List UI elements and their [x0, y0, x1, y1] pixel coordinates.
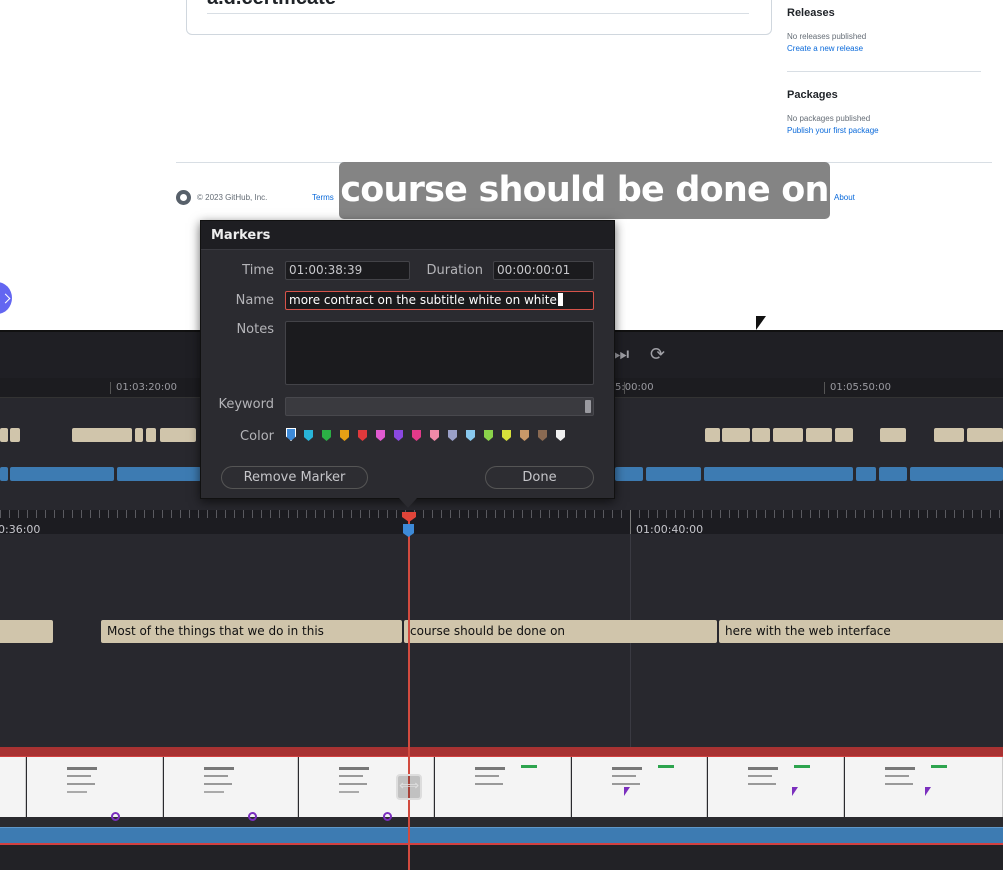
create-release-link[interactable]: Create a new release: [787, 44, 863, 53]
skip-to-end-icon[interactable]: ⏭: [613, 346, 633, 364]
publish-package-link[interactable]: Publish your first package: [787, 126, 879, 135]
color-swatch[interactable]: [412, 430, 421, 441]
name-input-value: more contract on the subtitle white on w…: [289, 293, 557, 307]
color-swatch[interactable]: [376, 430, 385, 441]
color-swatch[interactable]: [484, 430, 493, 441]
color-swatch[interactable]: [466, 430, 475, 441]
keyword-label: Keyword: [218, 397, 274, 412]
color-swatch[interactable]: [502, 430, 511, 441]
keyword-scroll-handle[interactable]: [585, 400, 591, 413]
color-swatch[interactable]: [286, 428, 296, 441]
readme-heading: a.d.certificate: [207, 0, 336, 10]
color-swatch[interactable]: [358, 430, 367, 441]
video-thumbnail: [572, 757, 707, 817]
trim-icon[interactable]: ⟺: [396, 774, 422, 800]
timeline-ruler[interactable]: 0:36:00 01:00:40:00: [0, 510, 1003, 536]
color-swatches: [286, 428, 586, 444]
color-swatch[interactable]: [304, 430, 313, 441]
video-thumbnail: [435, 757, 571, 817]
playhead[interactable]: [408, 517, 410, 870]
timeline-bottom-area: [0, 845, 1003, 870]
video-thumbnail: [845, 757, 1003, 817]
footer-terms-link[interactable]: Terms: [312, 193, 334, 202]
packages-status: No packages published: [787, 114, 871, 123]
overview-timecode: 5:00:00: [615, 382, 654, 393]
subtitle-preview: course should be done on: [339, 162, 830, 219]
overview-timecode: 01:03:20:00: [116, 382, 178, 393]
color-swatch[interactable]: [394, 430, 403, 441]
name-input[interactable]: more contract on the subtitle white on w…: [285, 291, 594, 310]
audio-track[interactable]: [0, 827, 1003, 843]
packages-heading: Packages: [787, 89, 838, 101]
remove-marker-button[interactable]: Remove Marker: [221, 466, 368, 489]
markers-dialog: Markers Time 01:00:38:39 Duration 00:00:…: [200, 220, 615, 499]
color-swatch[interactable]: [430, 430, 439, 441]
github-logo-icon[interactable]: [176, 190, 191, 205]
time-label: Time: [242, 263, 274, 278]
color-swatch[interactable]: [322, 430, 331, 441]
color-swatch[interactable]: [520, 430, 529, 441]
color-label: Color: [240, 429, 274, 444]
keyword-input[interactable]: [285, 397, 594, 416]
color-swatch[interactable]: [340, 430, 349, 441]
timeline-marker-icon[interactable]: [403, 524, 414, 537]
subtitle-clip[interactable]: course should be done on: [404, 620, 717, 643]
footer-about-link[interactable]: About: [834, 193, 855, 202]
screen: a.d.certificate Releases No releases pub…: [0, 0, 1003, 870]
dialog-title: Markers: [201, 221, 614, 250]
time-field[interactable]: 01:00:38:39: [285, 261, 410, 280]
video-thumbnail: [708, 757, 844, 817]
video-thumbnail: [0, 757, 26, 817]
duration-label: Duration: [426, 263, 483, 278]
releases-heading: Releases: [787, 7, 835, 19]
done-button[interactable]: Done: [485, 466, 594, 489]
video-thumbnail: [164, 757, 298, 821]
video-clip-header: [0, 747, 1003, 757]
ruler-timecode: 01:00:40:00: [636, 523, 704, 536]
readme-card: a.d.certificate: [186, 0, 772, 35]
footer-copyright: © 2023 GitHub, Inc.: [197, 193, 268, 202]
video-thumbnail: [27, 757, 163, 821]
overview-timecode: 01:05:50:00: [830, 382, 892, 393]
duration-field[interactable]: 00:00:00:01: [493, 261, 594, 280]
ruler-timecode: 0:36:00: [0, 523, 41, 536]
floating-action-button[interactable]: [0, 282, 12, 314]
subtitle-clip[interactable]: [0, 620, 53, 643]
video-track[interactable]: [0, 747, 1003, 827]
notes-textarea[interactable]: [285, 321, 594, 385]
subtitle-clip[interactable]: Most of the things that we do in this: [101, 620, 402, 643]
text-caret: [557, 293, 563, 306]
notes-label: Notes: [236, 322, 274, 337]
color-swatch[interactable]: [556, 430, 565, 441]
releases-status: No releases published: [787, 32, 867, 41]
color-swatch[interactable]: [538, 430, 547, 441]
color-swatch[interactable]: [448, 430, 457, 441]
loop-icon[interactable]: ⟳: [650, 346, 670, 364]
heading-divider: [207, 13, 749, 14]
sidebar-divider: [787, 71, 981, 72]
name-label: Name: [235, 293, 274, 308]
mouse-cursor-icon: [756, 316, 766, 330]
subtitle-clip[interactable]: here with the web interface: [719, 620, 1003, 643]
